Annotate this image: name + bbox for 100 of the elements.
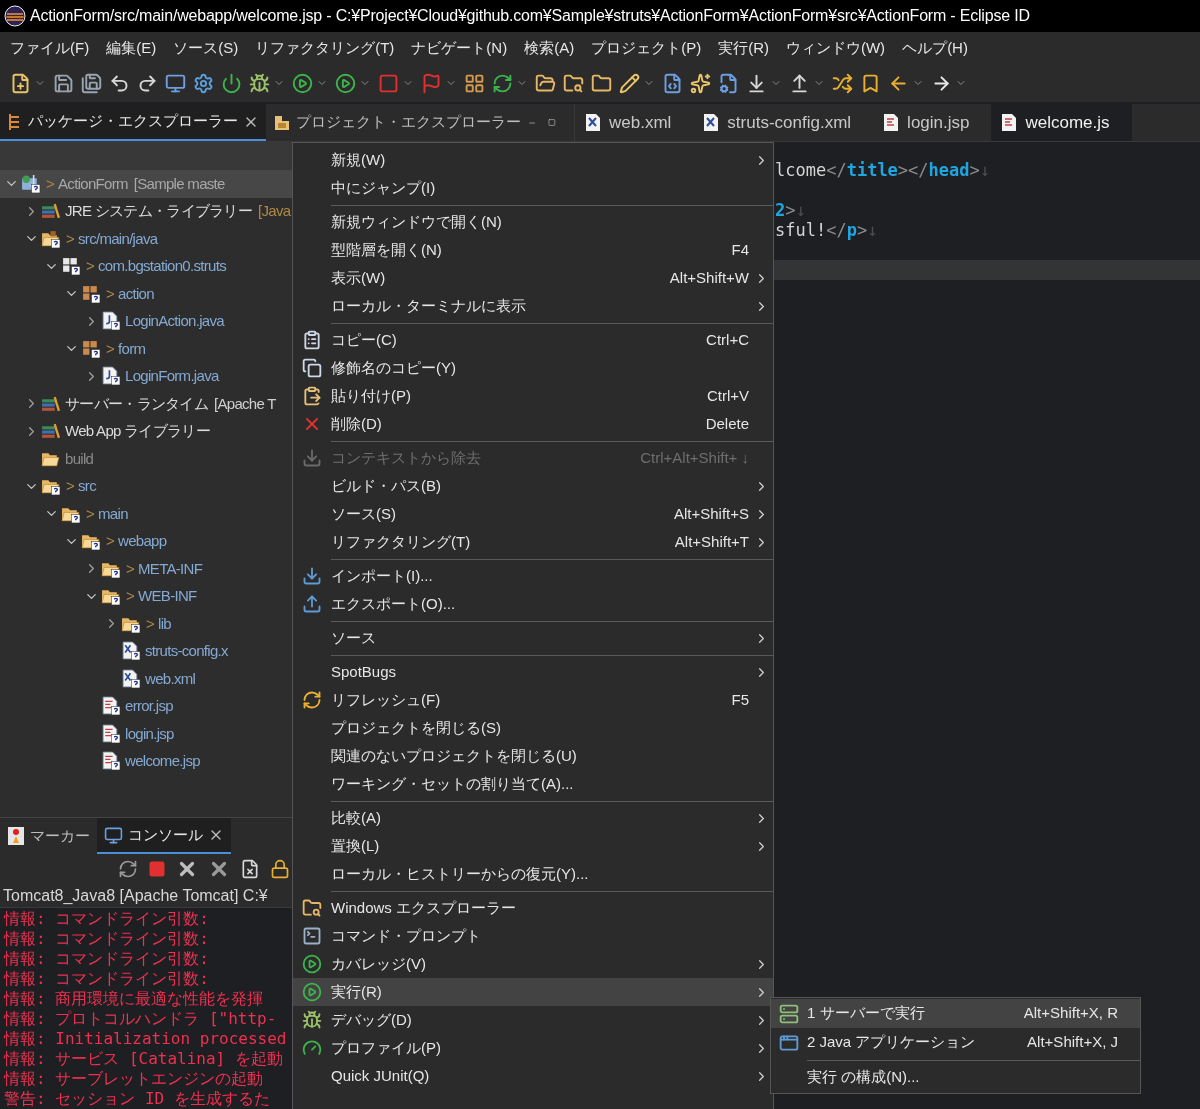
menu-item[interactable]: 新規ウィンドウで開く(N) (293, 208, 773, 236)
menu-bar-item[interactable]: 編集(E) (106, 36, 157, 60)
import-icon (302, 566, 322, 586)
menu-item[interactable]: Quick JUnit(Q) (293, 1062, 773, 1090)
console-line: 情報: 商用環境に最適な性能を発揮 (4, 989, 264, 1009)
shortcut-label: Ctrl+C (706, 330, 749, 348)
tree-label: com.bgstation0.struts (98, 256, 226, 276)
menu-item[interactable]: 削除(D) Delete (293, 410, 773, 438)
settings-icon[interactable] (193, 72, 214, 94)
tab[interactable]: プロジェクト・エクスプローラー (266, 104, 528, 141)
stop-icon[interactable] (378, 72, 399, 94)
menu-item[interactable]: 実行(R) (293, 978, 773, 1006)
editor-tab[interactable]: web.xml (575, 104, 694, 141)
flag-icon[interactable] (421, 72, 442, 94)
menu-item[interactable]: デバッグ(D) (293, 1006, 773, 1034)
refresh-icon[interactable] (118, 859, 138, 879)
menu-item[interactable]: 表示(W) Alt+Shift+W (293, 264, 773, 292)
menu-item[interactable]: ローカル・ヒストリーからの復元(Y)... (293, 860, 773, 888)
run-icon[interactable] (292, 72, 313, 94)
menu-item[interactable]: カバレッジ(V) (293, 950, 773, 978)
grid-icon[interactable] (464, 72, 485, 94)
clear-console-icon[interactable] (240, 859, 260, 879)
menu-bar-item[interactable]: プロジェクト(P) (591, 36, 702, 60)
menu-bar-item[interactable]: ナビゲート(N) (411, 36, 508, 60)
editor-tab[interactable]: welcome.js (991, 104, 1132, 141)
menu-item[interactable]: コピー(C) Ctrl+C (293, 326, 773, 354)
shortcut-label: Alt+Shift+S (673, 504, 749, 522)
menu-bar-item[interactable]: ファイル(F) (10, 36, 90, 60)
menu-item[interactable]: ビルド・パス(B) (293, 472, 773, 500)
tree-label: action (118, 283, 154, 304)
git-status-marker: > (106, 338, 115, 359)
menu-item[interactable]: Windows エクスプローラー (293, 894, 773, 922)
menu-item[interactable]: プロジェクトを閉じる(S) (293, 714, 773, 742)
folder-search-icon[interactable] (563, 72, 584, 94)
menu-item[interactable]: 実行 の構成(N)... (771, 1063, 1140, 1092)
scroll-lock-icon[interactable] (270, 859, 290, 879)
tree-label: LoginAction.java (125, 311, 224, 331)
git-status-marker: > (66, 476, 75, 496)
sparkles-icon[interactable] (690, 72, 711, 94)
stop-icon[interactable] (148, 860, 166, 878)
menu-item[interactable]: リフレッシュ(F) F5 (293, 686, 773, 714)
git-status-marker: > (106, 531, 115, 551)
menu-item[interactable]: 修飾名のコピー(Y) (293, 354, 773, 382)
tree-label: login.jsp (125, 723, 174, 744)
menu-item[interactable]: 置換(L) (293, 832, 773, 860)
menu-item[interactable]: コマンド・プロンプト (293, 922, 773, 950)
tab[interactable]: パッケージ・エクスプローラー (0, 104, 266, 141)
menu-item[interactable]: 関連のないプロジェクトを閉じる(U) (293, 742, 773, 770)
server-icon (779, 1003, 799, 1024)
menu-item[interactable]: 貼り付け(P) Ctrl+V (293, 382, 773, 410)
save-all-icon[interactable] (81, 72, 102, 94)
menu-bar-item[interactable]: ヘルプ(H) (902, 36, 968, 60)
menu-item[interactable]: 1 サーバーで実行 Alt+Shift+X, R (771, 999, 1140, 1028)
menu-bar-item[interactable]: リファクタリング(T) (255, 36, 395, 60)
decoration-text: [Apache T (214, 393, 276, 414)
file-settings-icon[interactable] (718, 72, 739, 94)
menu-item[interactable]: ソース(S) Alt+Shift+S (293, 500, 773, 528)
editor-tab[interactable]: struts-config.xml (693, 104, 874, 141)
menu-bar-item[interactable]: 検索(A) (524, 36, 575, 60)
menu-item[interactable]: 型階層を開く(N) F4 (293, 236, 773, 264)
refresh-icon (302, 690, 322, 710)
refresh-icon[interactable] (492, 72, 513, 94)
monitor-icon[interactable] (165, 72, 186, 94)
arrow-down-to-line-icon[interactable] (746, 72, 767, 94)
menu-item[interactable]: ソース (293, 624, 773, 652)
menu-item[interactable]: ワーキング・セットの割り当て(A)... (293, 770, 773, 798)
shuffle-icon[interactable] (832, 72, 853, 94)
menu-item[interactable]: エクスポート(O)... (293, 590, 773, 618)
tab[interactable]: マーカー (0, 818, 97, 854)
pencil-icon[interactable] (619, 72, 640, 94)
menu-item[interactable]: インポート(I)... (293, 562, 773, 590)
menu-item[interactable]: 比較(A) (293, 804, 773, 832)
menu-item[interactable]: プロファイル(P) (293, 1034, 773, 1062)
profile-icon (302, 1038, 322, 1058)
jsp-file-icon (101, 723, 121, 744)
code-line: sful!</p>↓ (774, 220, 879, 240)
arrow-up-from-line-icon[interactable] (789, 72, 810, 94)
bug-icon[interactable] (249, 72, 270, 94)
bookmark-icon[interactable] (860, 72, 881, 94)
menu-bar-item[interactable]: ソース(S) (173, 36, 239, 60)
editor-tab[interactable]: login.jsp (873, 104, 992, 141)
menu-bar-item[interactable]: 実行(R) (718, 36, 769, 60)
menu-bar-item[interactable]: ウィンドウ(W) (785, 36, 886, 60)
power-icon[interactable] (221, 72, 242, 94)
new-file-icon[interactable] (10, 72, 31, 94)
tree-label: build (65, 448, 94, 469)
clipboard-icon (302, 386, 322, 406)
copy-icon (302, 358, 322, 378)
menu-item[interactable]: ローカル・ターミナルに表示 (293, 292, 773, 320)
menu-item[interactable]: SpotBugs (293, 658, 773, 686)
jsp-file-icon (101, 751, 121, 772)
folder-icon[interactable] (591, 72, 612, 94)
run-server-icon[interactable] (335, 72, 356, 94)
console-icon (104, 825, 123, 845)
save-icon[interactable] (53, 72, 74, 94)
menu-item[interactable]: リファクタリング(T) Alt+Shift+T (293, 528, 773, 556)
file-code-icon[interactable] (662, 72, 683, 94)
folder-icon[interactable] (535, 72, 556, 94)
tab[interactable]: コンソール (97, 818, 231, 854)
menu-item[interactable]: 2 Java アプリケーション Alt+Shift+X, J (771, 1028, 1140, 1057)
